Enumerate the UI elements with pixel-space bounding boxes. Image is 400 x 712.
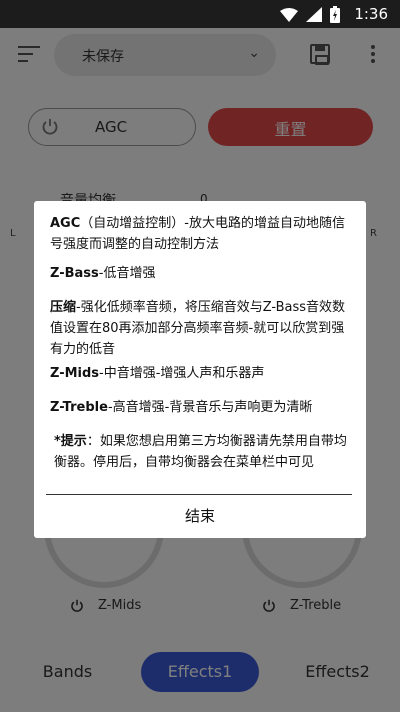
signal-icon: [306, 7, 322, 22]
wifi-icon: [280, 7, 298, 22]
dialog-zbass-text: Z-Bass-低音增强: [50, 266, 156, 281]
status-bar: 1:36: [0, 0, 400, 28]
dialog-close-button[interactable]: 结束: [34, 500, 366, 532]
dialog-tip-text: *提示：如果您想启用第三方均衡器请先禁用自带均衡器。停用后，自带均衡器会在菜单栏…: [54, 434, 347, 470]
help-dialog: AGC（自动增益控制）-放大电路的增益自动地随信号强度而调整的自动控制方法 Z-…: [34, 201, 366, 538]
status-time: 1:36: [354, 5, 388, 23]
dialog-agc-title: AGC: [50, 216, 81, 231]
dialog-compress-text: 压缩-强化低频率音频，将压缩音效与Z-Bass音效数值设置在80再添加部分高频率…: [50, 300, 346, 357]
dialog-zbass-title: Z-Bass: [50, 266, 99, 281]
battery-icon: [330, 6, 340, 23]
dialog-zmids-text: Z-Mids-中音增强-增强人声和乐器声: [50, 366, 265, 381]
dialog-tip-title: *提示: [54, 434, 87, 449]
dialog-agc-text: AGC（自动增益控制）-放大电路的增益自动地随信号强度而调整的自动控制方法: [50, 216, 345, 252]
dialog-ztreble-text: Z-Treble-高音增强-背景音乐与声响更为清晰: [50, 400, 313, 415]
status-icons: [280, 6, 340, 23]
dialog-compress-title: 压缩: [50, 300, 77, 315]
dialog-divider: [46, 494, 352, 495]
dialog-ztreble-title: Z-Treble: [50, 400, 108, 415]
dialog-zmids-title: Z-Mids: [50, 366, 100, 381]
